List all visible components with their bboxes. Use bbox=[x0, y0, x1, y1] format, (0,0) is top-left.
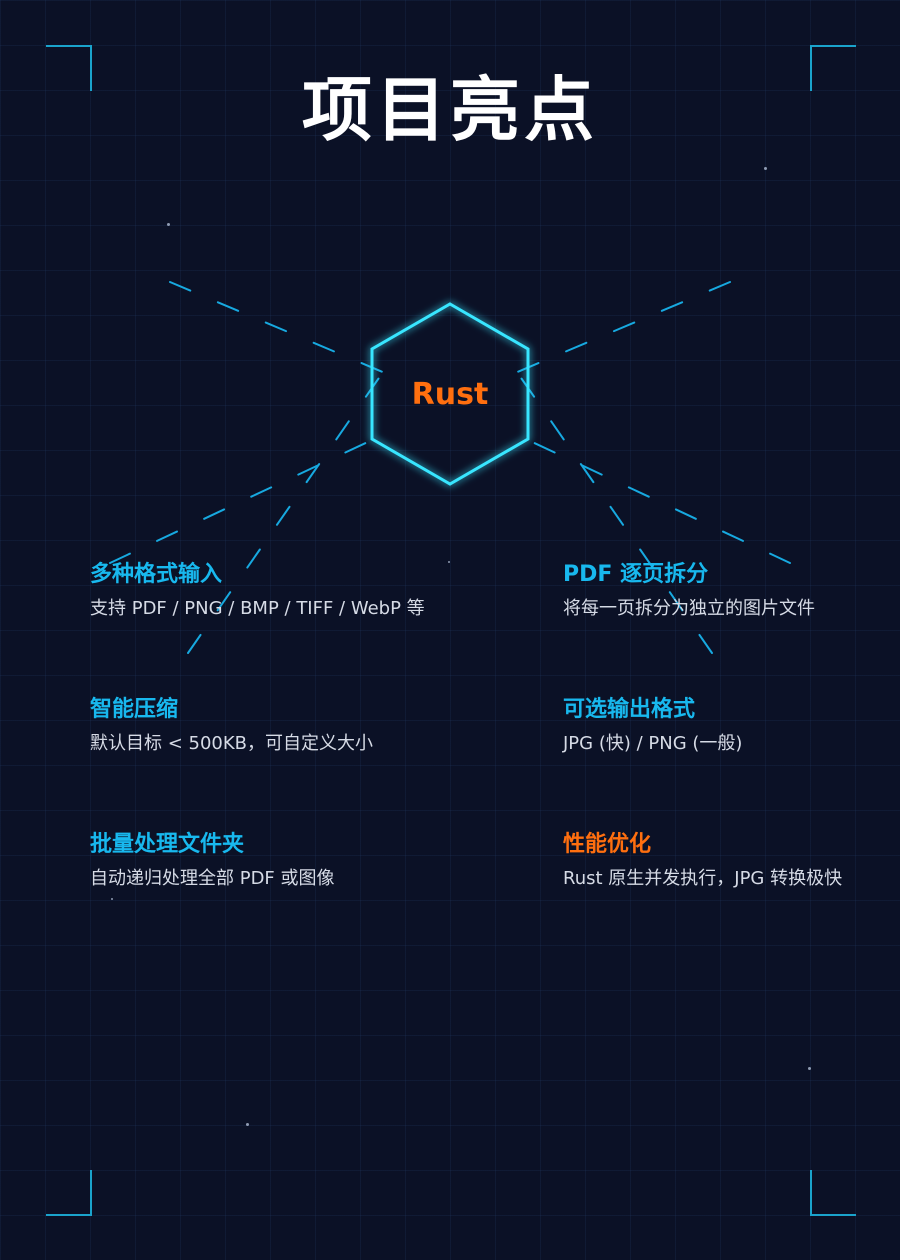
feature-desc: 将每一页拆分为独立的图片文件 bbox=[563, 598, 815, 619]
feature-output-format: 可选输出格式 JPG (快) / PNG (一般) bbox=[563, 695, 893, 757]
feature-title: 可选输出格式 bbox=[563, 697, 696, 722]
feature-smart-compress: 智能压缩 默认目标 < 500KB，可自定义大小 bbox=[90, 695, 420, 757]
ray-line bbox=[169, 281, 386, 374]
star-dot bbox=[808, 1067, 811, 1070]
frame-corner-bottom-left bbox=[46, 1170, 92, 1216]
feature-desc: 默认目标 < 500KB，可自定义大小 bbox=[90, 733, 374, 754]
feature-desc: 支持 PDF / PNG / BMP / TIFF / WebP 等 bbox=[90, 598, 425, 619]
feature-title: 性能优化 bbox=[563, 832, 652, 857]
frame-corner-bottom-right bbox=[810, 1170, 856, 1216]
feature-multi-format: 多种格式输入 支持 PDF / PNG / BMP / TIFF / WebP … bbox=[90, 560, 425, 622]
feature-title: 批量处理文件夹 bbox=[90, 832, 245, 857]
star-dot bbox=[111, 898, 113, 900]
center-label: Rust bbox=[412, 377, 489, 412]
star-dot bbox=[246, 1123, 249, 1126]
feature-title: 智能压缩 bbox=[90, 697, 179, 722]
feature-performance: 性能优化 Rust 原生并发执行，JPG 转换极快 bbox=[563, 830, 893, 892]
feature-title: 多种格式输入 bbox=[90, 562, 223, 587]
feature-desc: 自动递归处理全部 PDF 或图像 bbox=[90, 868, 335, 889]
ray-line bbox=[109, 439, 373, 564]
ray-line bbox=[514, 281, 731, 374]
ray-line bbox=[527, 439, 791, 564]
feature-batch-folder: 批量处理文件夹 自动递归处理全部 PDF 或图像 bbox=[90, 830, 420, 892]
feature-title: PDF 逐页拆分 bbox=[563, 562, 709, 587]
feature-desc: JPG (快) / PNG (一般) bbox=[563, 733, 743, 754]
feature-desc: Rust 原生并发执行，JPG 转换极快 bbox=[563, 868, 843, 889]
feature-pdf-split: PDF 逐页拆分 将每一页拆分为独立的图片文件 bbox=[563, 560, 893, 622]
